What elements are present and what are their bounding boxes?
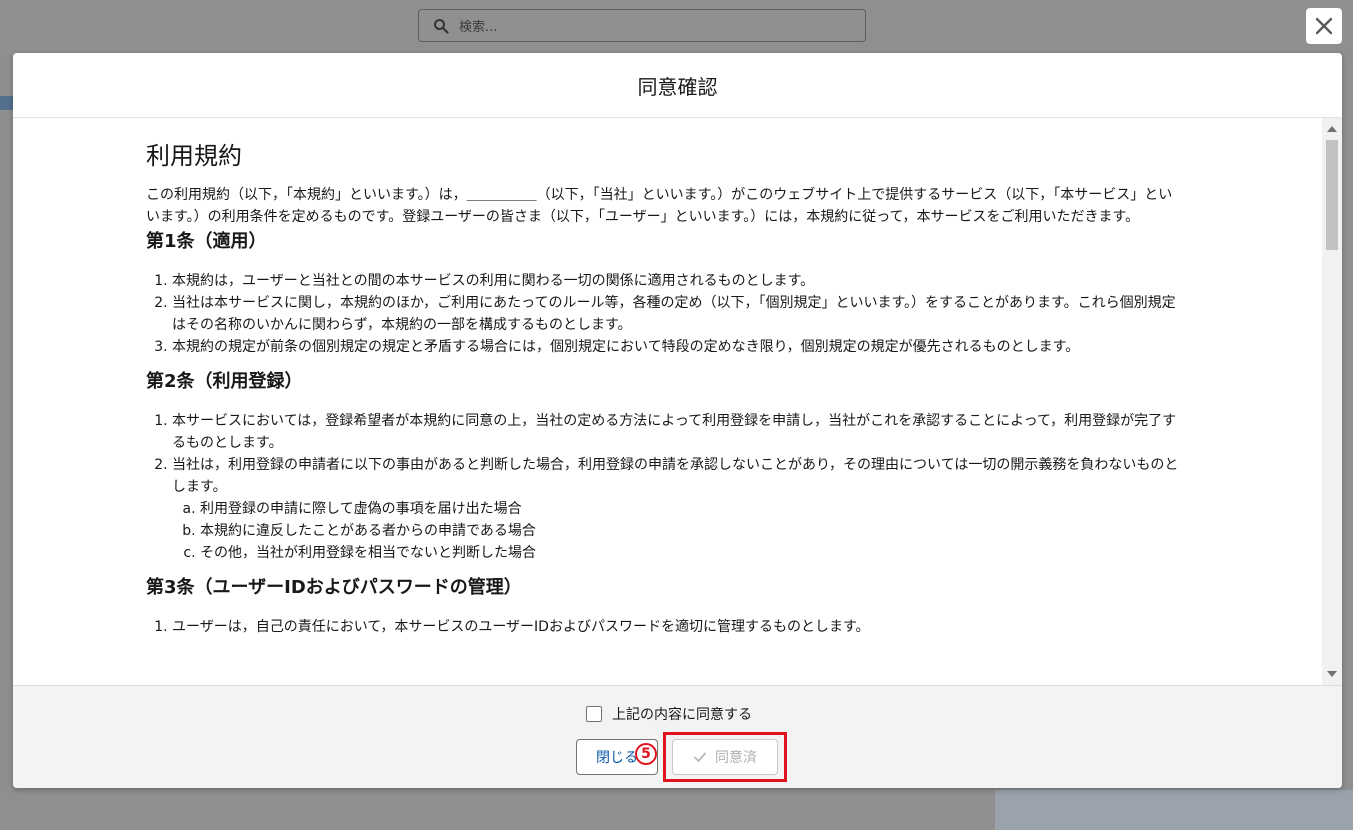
terms-content: 利用規約 この利用規約（以下，「本規約」といいます。）は，＿＿＿＿＿（以下，「当… (146, 140, 1186, 648)
list-item-text: 当社は，利用登録の申請者に以下の事由があると判断した場合，利用登録の申請を承認し… (172, 457, 1179, 495)
list-item: 本規約の規定が前条の個別規定の規定と矛盾する場合には，個別規定において特段の定め… (172, 336, 1186, 358)
sub-list-item: 利用登録の申請に際して虚偽の事項を届け出た場合 (200, 498, 1186, 520)
scroll-down-arrow-icon[interactable] (1327, 671, 1337, 677)
step-highlight-box (663, 732, 787, 782)
background-accent (0, 96, 14, 110)
sub-list-item: 本規約に違反したことがある者からの申請である場合 (200, 520, 1186, 542)
list-item: 本サービスにおいては，登録希望者が本規約に同意の上，当社の定める方法によって利用… (172, 410, 1186, 454)
modal-close-x-button[interactable] (1306, 8, 1342, 44)
sub-list: 利用登録の申請に際して虚偽の事項を届け出た場合 本規約に違反したことがある者から… (172, 498, 1186, 564)
list-item: 当社は本サービスに関し，本規約のほか，ご利用にあたってのルール等，各種の定め（以… (172, 292, 1186, 336)
terms-heading: 利用規約 (146, 142, 242, 170)
section-title: 第2条（利用登録） (146, 371, 303, 392)
modal-header: 同意確認 (13, 53, 1342, 118)
consent-modal: 同意確認 利用規約 この利用規約（以下，「本規約」といいます。）は，＿＿＿＿＿（… (13, 53, 1342, 788)
section-title: 第1条（適用） (146, 231, 267, 252)
close-icon (1315, 17, 1333, 35)
modal-footer: 上記の内容に同意する 閉じる 同意済 5 (13, 685, 1342, 788)
section-list: ユーザーは，自己の責任において，本サービスのユーザーIDおよびパスワードを適切に… (146, 616, 1186, 638)
agree-checkbox-row[interactable]: 上記の内容に同意する (586, 704, 752, 724)
scroll-up-arrow-icon[interactable] (1327, 126, 1337, 132)
section-list: 本サービスにおいては，登録希望者が本規約に同意の上，当社の定める方法によって利用… (146, 410, 1186, 564)
terms-scroll-area[interactable]: 利用規約 この利用規約（以下，「本規約」といいます。）は，＿＿＿＿＿（以下，「当… (13, 118, 1342, 685)
list-item: 当社は，利用登録の申請者に以下の事由があると判断した場合，利用登録の申請を承認し… (172, 454, 1186, 564)
search-icon (434, 18, 449, 34)
scrollbar-thumb[interactable] (1326, 140, 1338, 250)
sub-list-item: その他，当社が利用登録を相当でないと判断した場合 (200, 542, 1186, 564)
close-button-label: 閉じる (596, 750, 638, 766)
agree-checkbox-label: 上記の内容に同意する (612, 707, 752, 723)
step-number-badge: 5 (635, 743, 657, 765)
list-item: 本規約は，ユーザーと当社との間の本サービスの利用に関わる一切の関係に適用されるも… (172, 270, 1186, 292)
global-search[interactable]: 検索... (418, 9, 866, 42)
vertical-scrollbar[interactable] (1322, 118, 1342, 685)
list-item: ユーザーは，自己の責任において，本サービスのユーザーIDおよびパスワードを適切に… (172, 616, 1186, 638)
section-list: 本規約は，ユーザーと当社との間の本サービスの利用に関わる一切の関係に適用されるも… (146, 270, 1186, 358)
background-panel (995, 790, 1353, 830)
section-title: 第3条（ユーザーIDおよびパスワードの管理） (146, 577, 522, 598)
terms-intro: この利用規約（以下，「本規約」といいます。）は，＿＿＿＿＿（以下，「当社」といい… (146, 187, 1173, 225)
agree-checkbox[interactable] (586, 706, 602, 722)
modal-title: 同意確認 (637, 74, 718, 99)
search-placeholder: 検索... (459, 20, 498, 35)
